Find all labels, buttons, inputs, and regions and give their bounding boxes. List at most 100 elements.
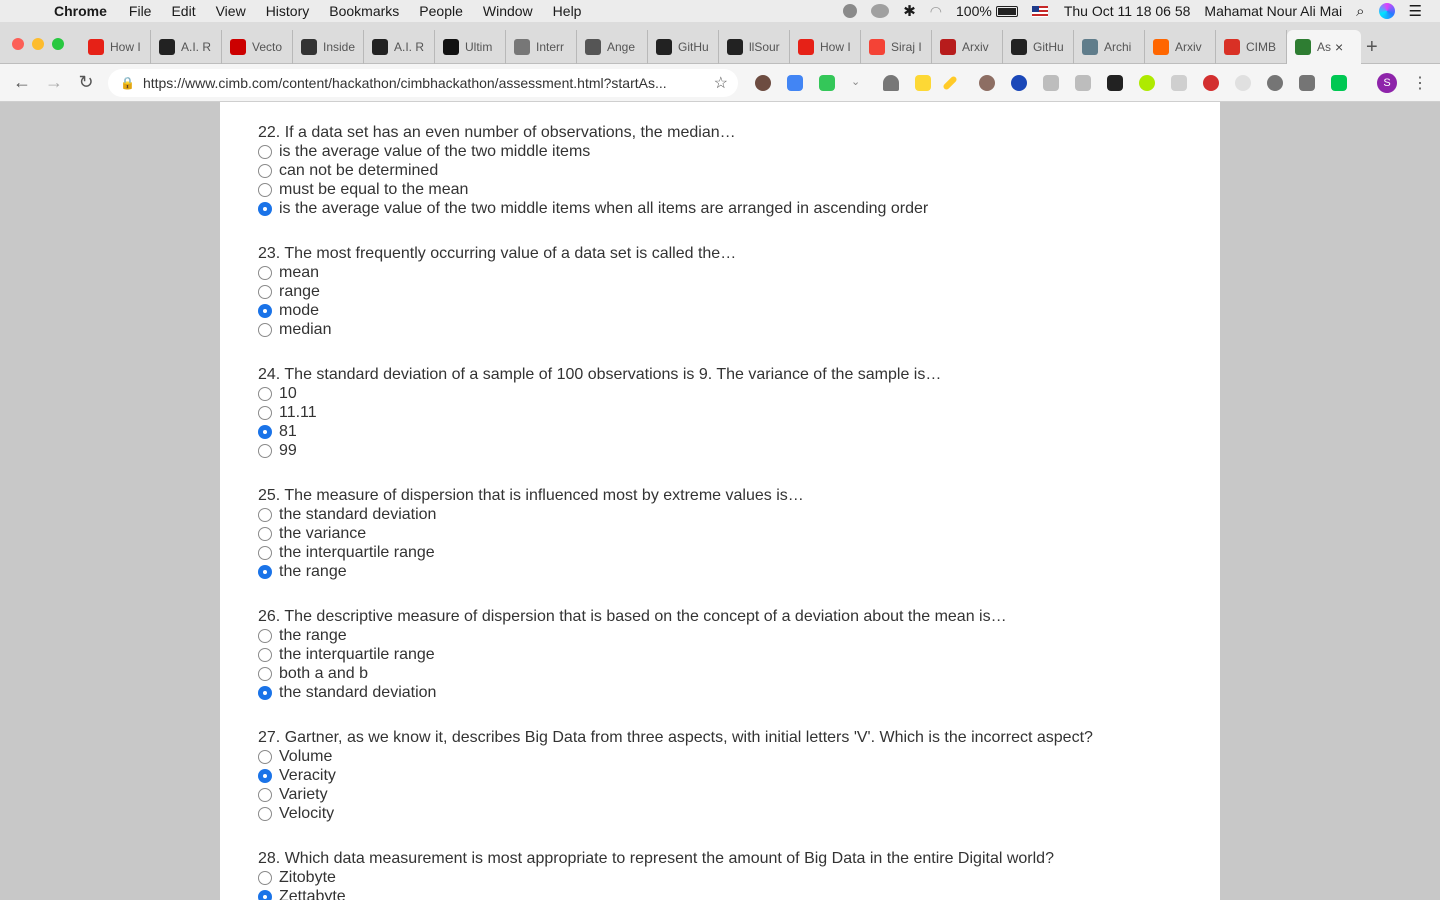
radio-selected[interactable] xyxy=(258,201,272,216)
user-name[interactable]: Mahamat Nour Ali Mai xyxy=(1204,3,1342,19)
new-tab-button[interactable]: + xyxy=(1366,36,1378,59)
radio-selected[interactable] xyxy=(258,303,272,318)
dropdown-extension-icon[interactable]: ⌄ xyxy=(851,75,867,91)
answer-option-label[interactable]: the standard deviation xyxy=(279,683,436,702)
browser-tab[interactable]: Inside xyxy=(293,30,364,64)
radio-selected[interactable] xyxy=(258,564,272,579)
browser-tab[interactable]: Ange xyxy=(577,30,648,64)
radio-unselected[interactable] xyxy=(258,666,272,681)
battery-icon[interactable] xyxy=(995,5,1018,17)
answer-option-label[interactable]: Velocity xyxy=(279,804,334,823)
answer-option-label[interactable]: range xyxy=(279,282,320,301)
answer-option-label[interactable]: is the average value of the two middle i… xyxy=(279,199,928,218)
bluetooth-icon[interactable]: ✱ xyxy=(903,2,916,20)
answer-option-label[interactable]: mode xyxy=(279,301,319,320)
answer-option[interactable]: range xyxy=(258,282,1198,301)
highlighter-icon[interactable] xyxy=(942,75,958,91)
browser-tab[interactable]: A.I. R xyxy=(151,30,222,64)
answer-option[interactable]: Zettabyte xyxy=(258,887,1198,900)
answer-option[interactable]: Zitobyte xyxy=(258,868,1198,887)
status-circle-icon[interactable] xyxy=(843,4,858,18)
browser-tab[interactable]: Interr xyxy=(506,30,577,64)
spotlight-search-icon[interactable]: ⌕ xyxy=(1356,3,1364,20)
google-translate-icon[interactable] xyxy=(787,75,803,91)
input-source-flag-icon[interactable] xyxy=(1031,5,1048,17)
answer-option[interactable]: can not be determined xyxy=(258,161,1198,180)
answer-option[interactable]: must be equal to the mean xyxy=(258,180,1198,199)
browser-tab[interactable]: A.I. R xyxy=(364,30,435,64)
browser-tab[interactable]: GitHu xyxy=(1003,30,1074,64)
menu-view[interactable]: View xyxy=(216,3,246,19)
back-icon[interactable]: ← xyxy=(12,72,32,93)
radio-unselected[interactable] xyxy=(258,322,272,337)
answer-option-label[interactable]: mean xyxy=(279,263,319,282)
radio-unselected[interactable] xyxy=(258,545,272,560)
radio-unselected[interactable] xyxy=(258,443,272,458)
radio-selected[interactable] xyxy=(258,685,272,700)
answer-option-label[interactable]: the standard deviation xyxy=(279,505,436,524)
radio-selected[interactable] xyxy=(258,768,272,783)
notification-center-icon[interactable]: ☰ xyxy=(1409,2,1422,20)
chrome-menu-icon[interactable]: ⋮ xyxy=(1412,73,1428,93)
address-bar[interactable]: 🔒 https://www.cimb.com/content/hackathon… xyxy=(108,69,738,97)
radio-unselected[interactable] xyxy=(258,806,272,821)
answer-option[interactable]: the range xyxy=(258,562,1198,581)
answer-option-label[interactable]: median xyxy=(279,320,331,339)
minimize-window-icon[interactable] xyxy=(32,38,44,50)
answer-option[interactable]: Velocity xyxy=(258,804,1198,823)
browser-tab[interactable]: Vecto xyxy=(222,30,293,64)
menu-file[interactable]: File xyxy=(129,3,152,19)
answer-option[interactable]: the variance xyxy=(258,524,1198,543)
answer-option[interactable]: is the average value of the two middle i… xyxy=(258,199,1198,218)
menu-help[interactable]: Help xyxy=(553,3,582,19)
answer-option-label[interactable]: Zettabyte xyxy=(279,887,346,900)
answer-option-label[interactable]: must be equal to the mean xyxy=(279,180,468,199)
answer-option[interactable]: the interquartile range xyxy=(258,645,1198,664)
browser-tab[interactable]: GitHu xyxy=(648,30,719,64)
extension-color-icon[interactable] xyxy=(1139,75,1155,91)
radio-unselected[interactable] xyxy=(258,628,272,643)
cloud-icon[interactable] xyxy=(871,4,890,18)
answer-option[interactable]: Volume xyxy=(258,747,1198,766)
answer-option-label[interactable]: Variety xyxy=(279,785,328,804)
radio-unselected[interactable] xyxy=(258,182,272,197)
tab-active[interactable]: As × xyxy=(1287,30,1361,64)
answer-option-label[interactable]: the interquartile range xyxy=(279,543,435,562)
extension-cloud-icon[interactable] xyxy=(1075,75,1091,91)
cloud-extension-icon[interactable] xyxy=(883,75,899,91)
extension-ring-icon[interactable] xyxy=(979,75,995,91)
answer-option-label[interactable]: 11.11 xyxy=(279,403,317,422)
answer-option-label[interactable]: 10 xyxy=(279,384,297,403)
extension-light-icon[interactable] xyxy=(1235,75,1251,91)
radio-selected[interactable] xyxy=(258,424,272,439)
radio-unselected[interactable] xyxy=(258,405,272,420)
radio-unselected[interactable] xyxy=(258,787,272,802)
radio-unselected[interactable] xyxy=(258,526,272,541)
answer-option-label[interactable]: 81 xyxy=(279,422,297,441)
answer-option[interactable]: 11.11 xyxy=(258,403,1198,422)
menu-app-name[interactable]: Chrome xyxy=(54,3,107,19)
browser-tab[interactable]: How I xyxy=(80,30,151,64)
lock-icon[interactable]: 🔒 xyxy=(120,76,135,90)
browser-tab[interactable]: Arxiv xyxy=(1145,30,1216,64)
menu-people[interactable]: People xyxy=(419,3,463,19)
answer-option[interactable]: Variety xyxy=(258,785,1198,804)
extension-aa-icon[interactable] xyxy=(1043,75,1059,91)
close-window-icon[interactable] xyxy=(12,38,24,50)
forward-icon[interactable]: → xyxy=(44,72,64,93)
answer-option[interactable]: 10 xyxy=(258,384,1198,403)
extension-coin-icon[interactable] xyxy=(755,75,771,91)
sticky-notes-icon[interactable] xyxy=(915,75,931,91)
answer-option-label[interactable]: both a and b xyxy=(279,664,368,683)
answer-option[interactable]: mode xyxy=(258,301,1198,320)
bookmark-star-icon[interactable]: ☆ xyxy=(714,73,728,93)
answer-option[interactable]: the standard deviation xyxy=(258,683,1198,702)
answer-option[interactable]: the standard deviation xyxy=(258,505,1198,524)
answer-option-label[interactable]: the interquartile range xyxy=(279,645,435,664)
menu-window[interactable]: Window xyxy=(483,3,533,19)
fullscreen-window-icon[interactable] xyxy=(52,38,64,50)
radio-unselected[interactable] xyxy=(258,749,272,764)
browser-tab[interactable]: Archi xyxy=(1074,30,1145,64)
radio-unselected[interactable] xyxy=(258,265,272,280)
menu-bookmarks[interactable]: Bookmarks xyxy=(329,3,399,19)
